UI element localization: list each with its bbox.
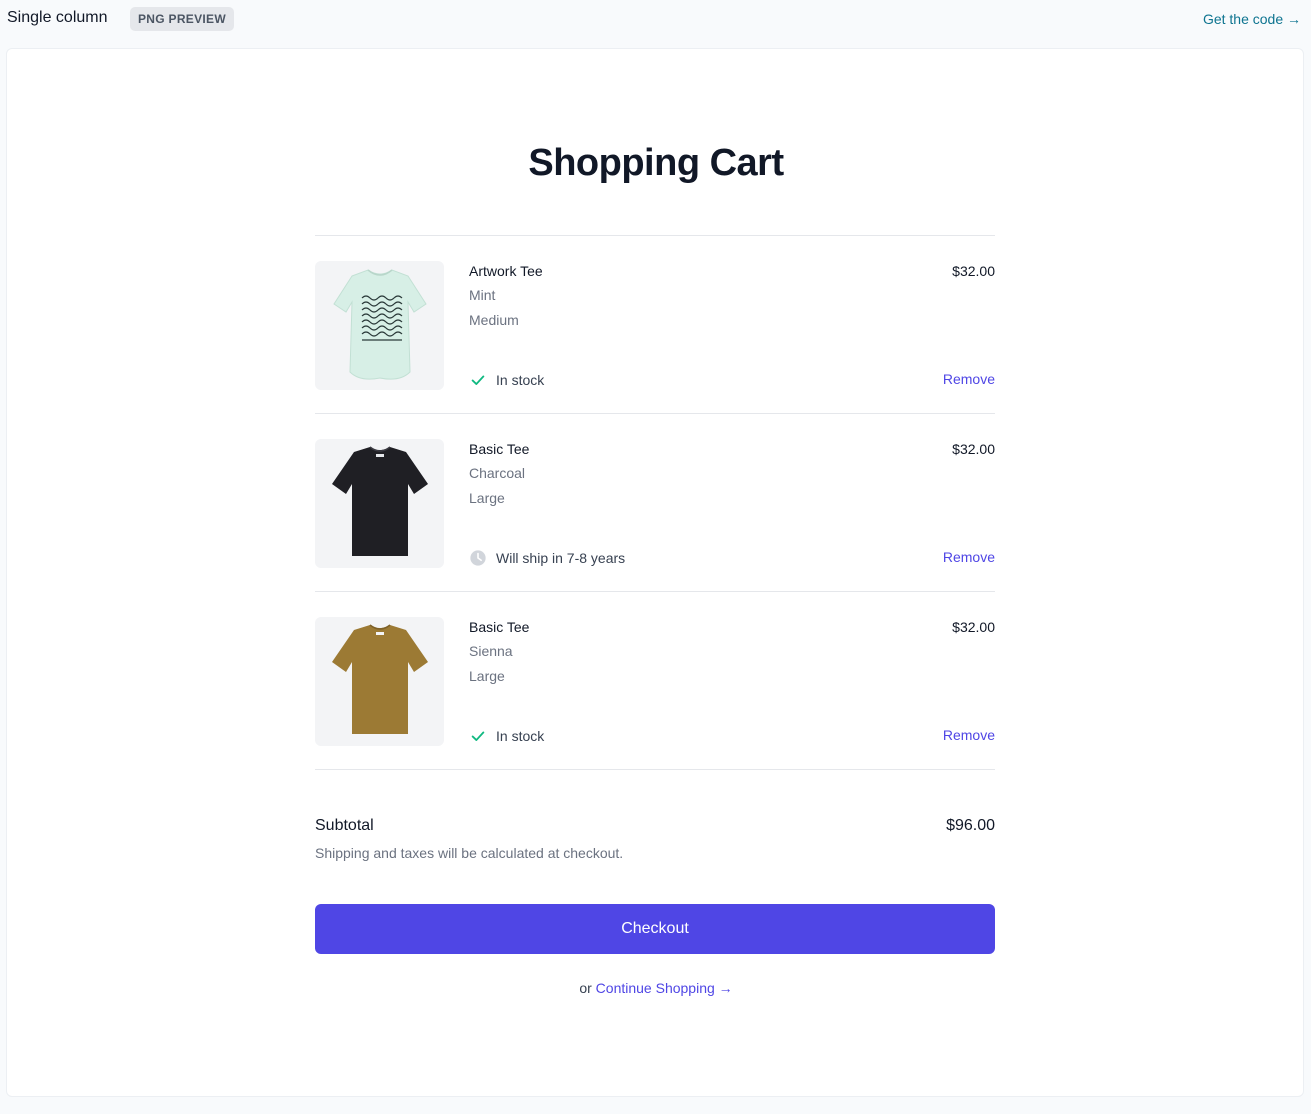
product-price: $32.00 <box>952 441 995 457</box>
cart-item: Artwork Tee Mint Medium $32.00 In stock … <box>315 236 995 414</box>
product-color: Sienna <box>469 643 513 659</box>
product-size: Large <box>469 490 505 506</box>
subtotal-value: $96.00 <box>946 817 995 834</box>
product-name[interactable]: Basic Tee <box>469 441 529 457</box>
product-image <box>315 439 444 568</box>
product-color: Mint <box>469 287 496 303</box>
cart-item: Basic Tee Sienna Large $32.00 In stock R… <box>315 592 995 770</box>
stock-status-text: In stock <box>496 372 545 388</box>
remove-button[interactable]: Remove <box>943 549 995 565</box>
stock-status-text: In stock <box>496 728 545 744</box>
png-preview-badge: PNG PREVIEW <box>130 7 234 31</box>
stock-status: In stock <box>469 727 544 745</box>
remove-button[interactable]: Remove <box>943 371 995 387</box>
product-color: Charcoal <box>469 465 526 481</box>
tshirt-image <box>331 623 428 734</box>
get-code-link[interactable]: Get the code → <box>1203 11 1301 27</box>
cart-list: Artwork Tee Mint Medium $32.00 In stock … <box>315 235 995 770</box>
preview-frame: Shopping Cart Artwork Tee Mint Medium $3… <box>6 48 1304 1097</box>
tshirt-image <box>332 268 427 380</box>
product-image <box>315 617 444 746</box>
tshirt-image <box>331 445 428 556</box>
product-price: $32.00 <box>952 619 995 635</box>
subtotal-label: Subtotal <box>315 817 374 834</box>
check-icon <box>471 731 485 741</box>
product-size: Medium <box>469 312 519 328</box>
or-text: or <box>579 980 596 996</box>
preview-title: Single column <box>7 9 108 26</box>
product-name[interactable]: Artwork Tee <box>469 263 543 279</box>
preview-topbar: Single column PNG PREVIEW Get the code → <box>0 0 1311 40</box>
product-image <box>315 261 444 390</box>
cart-item: Basic Tee Charcoal Large $32.00 Will shi… <box>315 414 995 592</box>
shipping-note: Shipping and taxes will be calculated at… <box>315 845 624 861</box>
clock-icon <box>470 550 486 566</box>
checkout-button[interactable]: Checkout <box>315 904 995 954</box>
product-price: $32.00 <box>952 263 995 279</box>
check-icon <box>471 375 485 385</box>
remove-button[interactable]: Remove <box>943 727 995 743</box>
continue-shopping-link[interactable]: Continue Shopping → <box>596 980 733 996</box>
page-title: Shopping Cart <box>528 142 784 184</box>
stock-status: In stock <box>469 371 544 389</box>
product-size: Large <box>469 668 505 684</box>
shipping-status: Will ship in 7-8 years <box>469 549 625 567</box>
continue-shopping-row: or Continue Shopping → <box>7 980 1305 996</box>
product-name[interactable]: Basic Tee <box>469 619 529 635</box>
shipping-status-text: Will ship in 7-8 years <box>496 550 626 566</box>
